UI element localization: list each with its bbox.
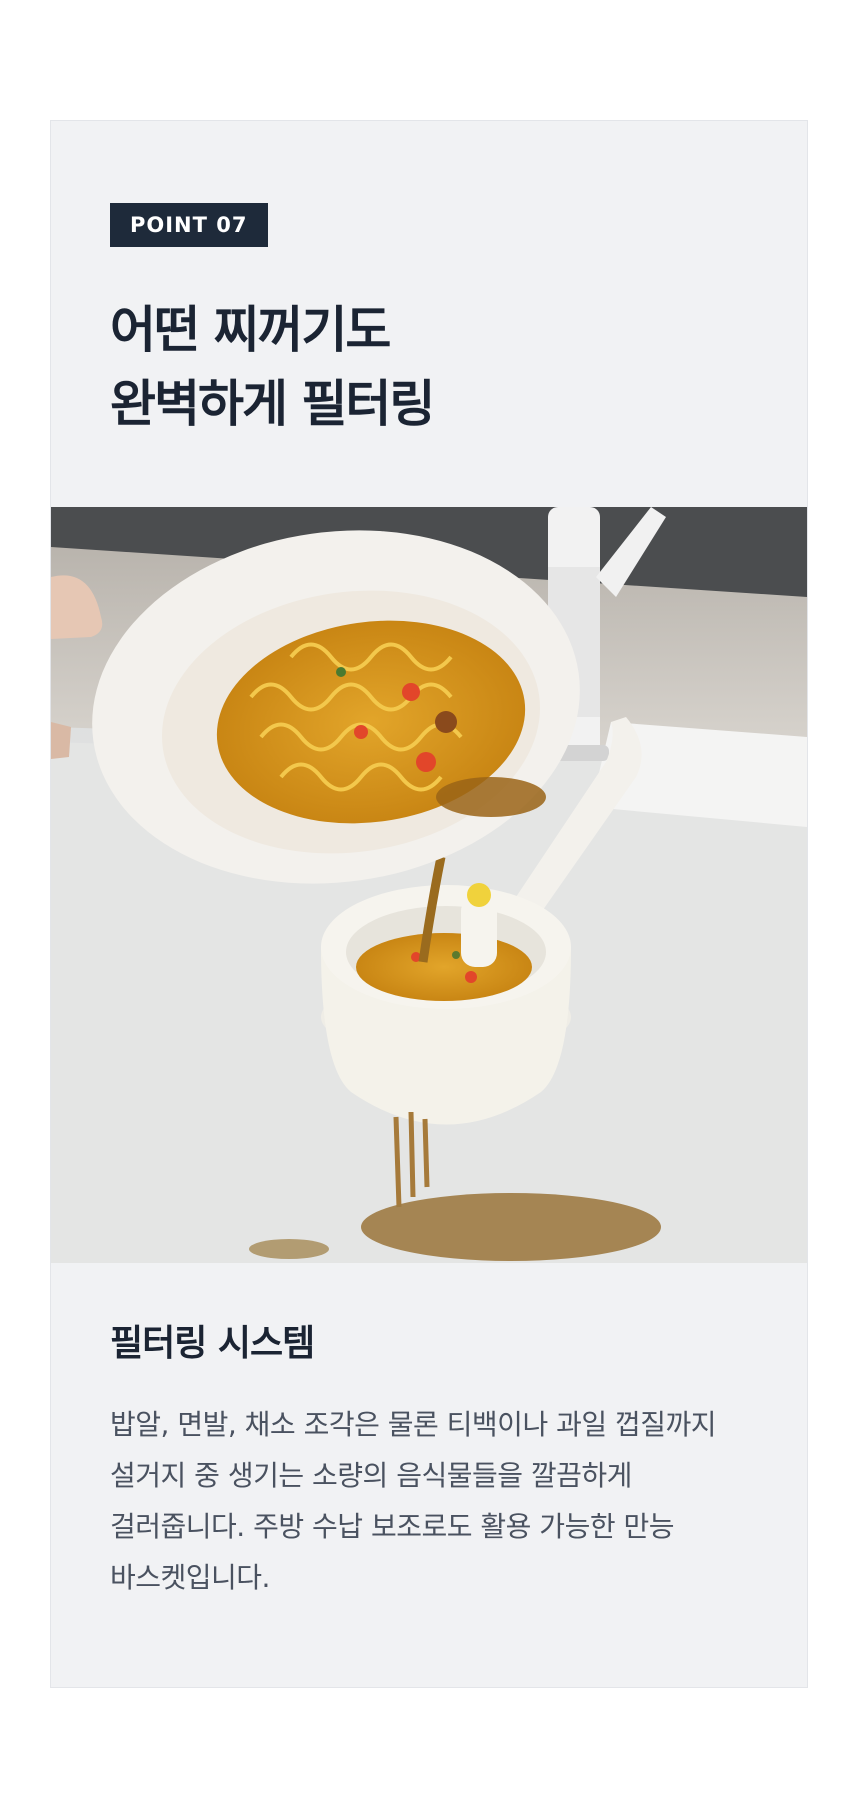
headline: 어떤 찌꺼기도 완벽하게 필터링	[110, 293, 750, 441]
description-line-1: 밥알, 면발, 채소 조각은 물론 티백이나 과일 껍질까지	[110, 1408, 717, 1441]
feature-card: POINT 07 어떤 찌꺼기도 완벽하게 필터링 필터링 시스템 밥알, 면발…	[50, 120, 808, 1688]
headline-line-2: 완벽하게 필터링	[110, 375, 435, 433]
headline-line-1: 어떤 찌꺼기도	[110, 301, 391, 359]
product-photo	[51, 507, 807, 1263]
section-description: 밥알, 면발, 채소 조각은 물론 티백이나 과일 껍질까지 설거지 중 생기는…	[110, 1399, 750, 1603]
description-line-3: 걸러줍니다. 주방 수납 보조로도 활용 가능한 만능	[110, 1510, 675, 1543]
point-badge: POINT 07	[110, 203, 268, 247]
description-line-4: 바스켓입니다.	[110, 1561, 270, 1594]
section-subtitle: 필터링 시스템	[110, 1323, 315, 1364]
description-line-2: 설거지 중 생기는 소량의 음식물들을 깔끔하게	[110, 1459, 632, 1492]
